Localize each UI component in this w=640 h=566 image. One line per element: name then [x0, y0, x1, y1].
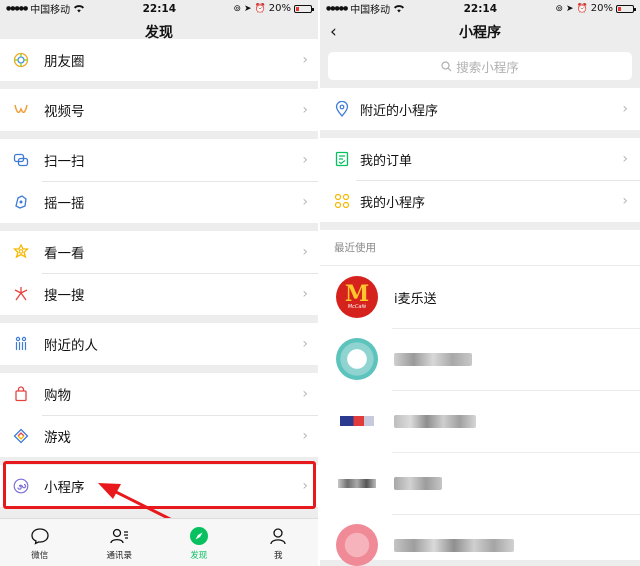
tab-label: 我 [273, 550, 283, 561]
blurred-app-name [394, 538, 514, 552]
tab-label: 微信 [31, 550, 49, 561]
row-label: 我的小程序 [360, 195, 426, 211]
status-bar: ●●●●● 中国移动 22:14 ⊚ ➤ ⏰ 20% [320, 0, 640, 17]
grid-icon [334, 193, 350, 209]
location-pin-icon [334, 101, 350, 117]
nearby-mini-programs[interactable]: 附近的小程序 › [320, 88, 640, 130]
chat-icon [30, 525, 50, 547]
compass-icon [189, 525, 209, 547]
tab-discover[interactable]: 发现 [159, 519, 239, 566]
blurred-logo [336, 462, 378, 504]
location-arrow-icon: ➤ [565, 3, 574, 14]
alarm-icon: ⏰ [576, 3, 588, 14]
my-mini-programs[interactable]: 我的小程序 › [320, 180, 640, 222]
chevron-right-icon: › [622, 151, 628, 167]
back-chevron-icon[interactable]: ‹ [330, 22, 337, 42]
blurred-app-name [394, 476, 442, 490]
contacts-icon [109, 525, 129, 547]
search-icon [441, 60, 452, 71]
search-input[interactable]: 搜索小程序 [328, 52, 632, 80]
order-icon [334, 151, 350, 167]
recent-app[interactable] [320, 514, 640, 566]
mcdonalds-logo: M McCafé [336, 276, 378, 318]
carrier-name: 中国移动 [350, 5, 391, 16]
tab-label: 通讯录 [106, 550, 132, 561]
tab-label: 发现 [190, 550, 208, 561]
recent-app[interactable] [320, 328, 640, 390]
wifi-icon [394, 5, 405, 13]
blurred-logo [336, 524, 378, 566]
section-header: 最近使用 [320, 230, 640, 266]
blurred-app-name [394, 352, 472, 366]
blurred-logo [336, 338, 378, 380]
recent-app[interactable] [320, 452, 640, 514]
tab-chats[interactable]: 微信 [0, 519, 80, 566]
tab-contacts[interactable]: 通讯录 [80, 519, 160, 566]
row-label: 附近的小程序 [360, 103, 439, 119]
tab-bar: 微信 通讯录 发现 我 [0, 518, 318, 566]
highlight-arrow [98, 483, 187, 529]
my-orders[interactable]: 我的订单 › [320, 138, 640, 180]
signal-icon: ●●●●● [326, 5, 348, 12]
recent-app-mcdonalds[interactable]: M McCafé i麦乐送 [320, 266, 640, 328]
me-icon [268, 525, 288, 547]
blurred-app-name [394, 414, 476, 428]
chevron-right-icon: › [622, 193, 628, 209]
search-placeholder: 搜索小程序 [456, 59, 519, 75]
row-label: 我的订单 [360, 153, 413, 169]
battery-icon [615, 4, 636, 13]
clock: 22:14 [463, 2, 498, 15]
discover-screen: ●●●●● 中国移动 22:14 ⊚ ➤ ⏰ 20% 发现 朋友圈 › 视频号 … [0, 0, 318, 566]
app-name: i麦乐送 [394, 291, 437, 307]
nav-bar: ‹ 小程序 [320, 17, 640, 47]
recent-list: 最近使用 M McCafé i麦乐送 [320, 230, 640, 566]
battery-percent: 20% [590, 3, 613, 14]
mini-programs-screen: ●●●●● 中国移动 22:14 ⊚ ➤ ⏰ 20% ‹ 小程序 搜索小程序 附… [320, 0, 640, 566]
page-title: 小程序 [459, 25, 501, 41]
rotation-lock-icon: ⊚ [555, 3, 563, 14]
tab-me[interactable]: 我 [239, 519, 319, 566]
chevron-right-icon: › [622, 101, 628, 117]
blurred-logo [336, 400, 378, 442]
recent-app[interactable] [320, 390, 640, 452]
